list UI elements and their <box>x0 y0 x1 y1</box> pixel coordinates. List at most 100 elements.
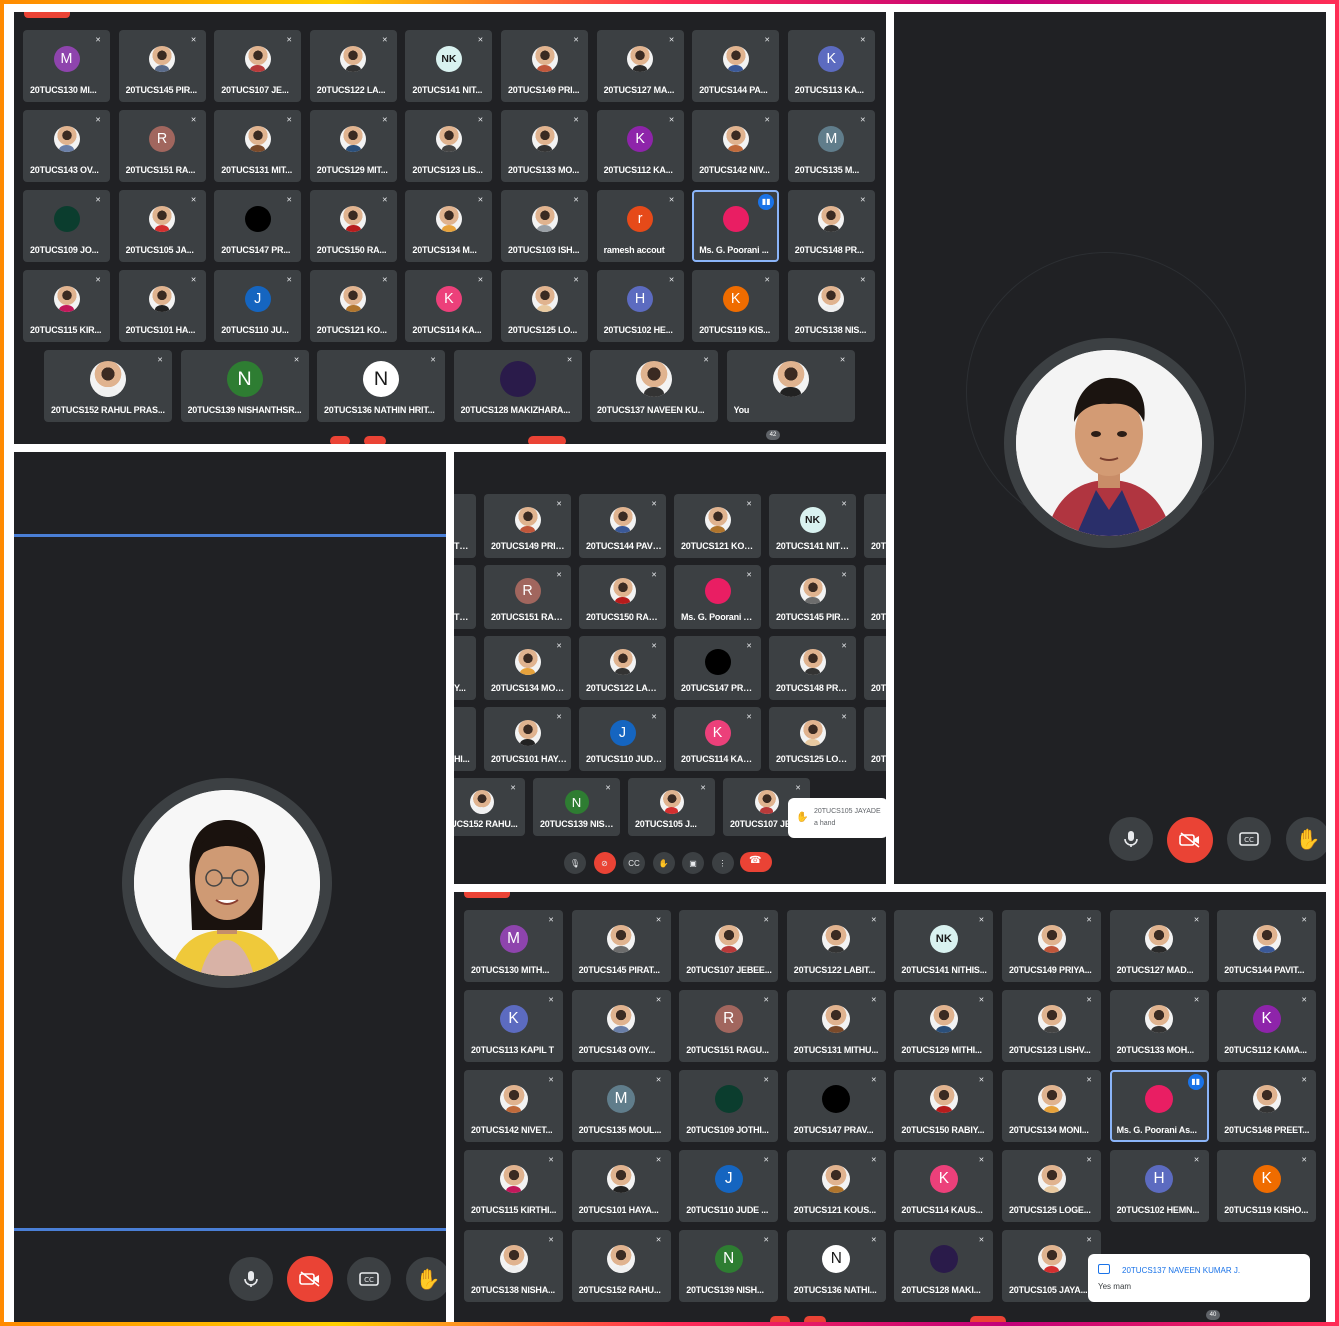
participant-tile[interactable]: M ✕ 20TUCS130 MITH... <box>464 910 563 982</box>
participant-tile[interactable]: K ✕ 20TUCS114 KA... <box>405 270 493 342</box>
participant-tile[interactable]: ✕ 20TUCS147 PRAV... <box>674 636 761 700</box>
participant-tile[interactable]: THI... <box>454 494 476 558</box>
participant-tile[interactable]: ✕ Ms. G. Poorani As... <box>674 565 761 629</box>
camera-off-button[interactable] <box>804 1316 826 1322</box>
participant-tile[interactable]: ✕ 20TUCS150 RABIY... <box>579 565 666 629</box>
participant-tile[interactable]: ✕ 20TUCS147 PR... <box>214 190 302 262</box>
participant-tile[interactable]: R ✕ 20TUCS151 RAGU... <box>484 565 571 629</box>
participant-tile[interactable]: R ✕ 20TUCS151 RAGU... <box>679 990 779 1062</box>
participant-tile[interactable]: ✕ 20TUCS143 OV... <box>23 110 110 182</box>
participant-tile[interactable]: ✕ 20TUCS122 LA... <box>309 30 397 102</box>
participant-tile[interactable]: ✕ 20TUCS101 HAYA... <box>484 707 571 771</box>
participant-tile[interactable]: ✕ 20TUCS150 RA... <box>309 190 397 262</box>
participant-tile[interactable]: R ✕ 20TUCS151 RA... <box>118 110 206 182</box>
participant-tile[interactable]: ✕ 20TUCS150 RABIY... <box>894 1070 994 1142</box>
participant-tile[interactable]: ✕ 20TUCS123 LIS... <box>405 110 493 182</box>
participant-tile[interactable]: 20TU <box>864 636 886 700</box>
participant-tile[interactable]: ✕ 20TUCS149 PRIYA... <box>1002 910 1101 982</box>
participant-tile[interactable]: ✕ 20TUCS127 MAD... <box>1109 910 1209 982</box>
participant-tile[interactable]: ✕ 20TUCS142 NIVET... <box>464 1070 563 1142</box>
participant-tile[interactable]: ✕ 20TUCS129 MITHI... <box>894 990 994 1062</box>
participant-tile[interactable]: ✕ 20TUCS147 PRAV... <box>786 1070 886 1142</box>
participant-tile[interactable]: ✕ 20TUCS144 PAVIT... <box>579 494 666 558</box>
leave-call-button[interactable] <box>528 436 566 444</box>
participant-tile[interactable]: ✕ 20TUCS127 MA... <box>596 30 684 102</box>
participant-tile[interactable]: ✕ 20TUCS134 MONI... <box>1002 1070 1101 1142</box>
captions-button[interactable]: CC <box>1227 817 1271 861</box>
participant-tile[interactable]: ✕ 20TUCS145 PIRAT... <box>769 565 856 629</box>
more-options-button[interactable]: ⋮ <box>711 852 734 874</box>
participant-tile[interactable]: ✕ 20TUCS105 JA... <box>118 190 206 262</box>
participant-tile[interactable]: ✕ You <box>726 350 855 422</box>
participant-tile[interactable]: ✕ 20TUCS115 KIRTHI... <box>464 1150 563 1222</box>
participant-tile[interactable]: ✕ 20TUCS122 LABIT... <box>786 910 886 982</box>
participant-tile[interactable]: ✕ 20TUCS133 MOH... <box>1109 990 1209 1062</box>
participant-tile[interactable]: ✕ 20TUCS138 NISHA... <box>464 1230 563 1302</box>
mic-off-button[interactable] <box>330 436 350 444</box>
camera-off-button[interactable] <box>364 436 386 444</box>
participant-tile[interactable]: TH... <box>454 565 476 629</box>
participant-tile[interactable]: ✕ 20TUCS145 PIR... <box>118 30 206 102</box>
participant-tile[interactable]: ▮▮ Ms. G. Poorani ... <box>692 190 780 262</box>
participant-tile[interactable]: M ✕ 20TUCS130 MI... <box>23 30 110 102</box>
participant-tile[interactable]: ✕ 20TUCS149 PRI... <box>501 30 588 102</box>
participant-tile[interactable]: ✕ 20TUCS101 HAYA... <box>571 1150 671 1222</box>
participant-tile[interactable]: ✕ 20TUCS115 KIR... <box>23 270 110 342</box>
participant-tile[interactable]: K ✕ 20TUCS113 KA... <box>787 30 875 102</box>
participant-tile[interactable]: ✕ 20TUCS131 MIT... <box>214 110 302 182</box>
participant-tile[interactable]: ✕ 20TUCS123 LISHV... <box>1002 990 1101 1062</box>
leave-call-button[interactable]: ☎ <box>740 852 772 872</box>
participant-tile[interactable]: ✕ 20TUCS143 OVIY... <box>571 990 671 1062</box>
participant-tile[interactable]: H ✕ 20TUCS102 HE... <box>596 270 684 342</box>
participant-tile[interactable]: H ✕ 20TUCS102 HEMN... <box>1109 1150 1209 1222</box>
participant-tile[interactable]: ✕ 20TUCS142 NIV... <box>692 110 780 182</box>
participant-tile[interactable]: Y... <box>454 636 476 700</box>
participant-tile[interactable]: ✕ 20TUCS129 MIT... <box>309 110 397 182</box>
participant-tile[interactable]: NK ✕ 20TUCS141 NITHIS... <box>894 910 994 982</box>
mic-button[interactable] <box>229 1257 273 1301</box>
participant-tile[interactable]: ✕ 20TUCS131 MITHU... <box>786 990 886 1062</box>
participant-tile[interactable]: 20TU <box>864 565 886 629</box>
participant-tile[interactable]: ✕ 20TUCS148 PR... <box>787 190 875 262</box>
participant-tile[interactable]: ✕ 20TUCS121 KOUS... <box>674 494 761 558</box>
camera-toggle-button[interactable] <box>287 1256 333 1302</box>
participant-tile[interactable]: N ✕ 20TUCS139 NISH... <box>679 1230 779 1302</box>
participant-tile[interactable]: ✕ 20TUCS125 LOGE... <box>1002 1150 1101 1222</box>
participant-tile[interactable]: K ✕ 20TUCS119 KIS... <box>692 270 780 342</box>
participant-tile[interactable]: ✕ 20TUCS107 JE... <box>214 30 302 102</box>
participant-tile[interactable]: K ✕ 20TUCS114 KAUS... <box>674 707 761 771</box>
participant-tile[interactable]: K ✕ 20TUCS114 KAUS... <box>894 1150 994 1222</box>
participant-tile[interactable]: K ✕ 20TUCS113 KAPIL T <box>464 990 563 1062</box>
participant-tile[interactable]: ✕ 20TUCS134 MONI... <box>484 636 571 700</box>
participant-tile[interactable]: ✕ 20TUCS125 LO... <box>501 270 588 342</box>
participant-tile[interactable]: ✕ 20TUCS137 NAVEEN KU... <box>590 350 718 422</box>
participant-tile[interactable]: J ✕ 20TUCS110 JU... <box>214 270 302 342</box>
camera-toggle-button[interactable] <box>1167 817 1213 863</box>
participant-tile[interactable]: ✕ 20TUCS148 PREET... <box>1217 1070 1317 1142</box>
participant-tile[interactable]: r ✕ ramesh accout <box>596 190 684 262</box>
present-button[interactable]: ▣ <box>682 852 704 874</box>
participant-tile[interactable]: M ✕ 20TUCS135 M... <box>787 110 875 182</box>
participant-tile[interactable]: ✕ 20TUCS105 JAYA... <box>1002 1230 1101 1302</box>
participant-tile[interactable]: ✕ 20TUCS109 JOTHI... <box>679 1070 779 1142</box>
participant-tile[interactable]: ✕ 20TUCS101 HA... <box>118 270 206 342</box>
participant-tile[interactable]: ✕ 20TUCS152 RAHU... <box>571 1230 671 1302</box>
participant-tile[interactable]: ✕ 20TUCS144 PAVIT... <box>1217 910 1317 982</box>
participant-tile[interactable]: NK ✕ 20TUCS141 NITHI... <box>769 494 856 558</box>
raise-hand-button[interactable]: ✋ <box>652 852 675 874</box>
participant-tile[interactable]: N ✕ 20TUCS136 NATHIN HRIT... <box>317 350 445 422</box>
participant-tile[interactable]: ✕ 20TUCS148 PREET... <box>769 636 856 700</box>
participant-tile[interactable]: ✕ 20TUCS103 ISH... <box>501 190 588 262</box>
participant-tile[interactable]: ✕ TUCS152 RAHU... <box>454 778 525 836</box>
captions-button[interactable]: CC <box>623 852 645 874</box>
participant-tile[interactable]: K ✕ 20TUCS112 KAMA... <box>1217 990 1317 1062</box>
participant-tile[interactable]: ✕ 20TUCS105 J... <box>628 778 715 836</box>
participant-tile[interactable]: ✕ 20TUCS109 JO... <box>23 190 110 262</box>
participant-tile[interactable]: ✕ 20TUCS133 MO... <box>501 110 588 182</box>
participant-tile[interactable]: ✕ 20TUCS121 KO... <box>309 270 397 342</box>
participant-tile[interactable]: ✕ 20TUCS138 NIS... <box>787 270 875 342</box>
participant-tile[interactable]: ✕ 20TUCS128 MAKIZHARA... <box>453 350 582 422</box>
mic-button[interactable]: 🎙 <box>564 852 586 874</box>
participant-tile[interactable]: K ✕ 20TUCS119 KISHO... <box>1217 1150 1317 1222</box>
participant-tile[interactable]: ✕ 20TUCS134 M... <box>405 190 493 262</box>
